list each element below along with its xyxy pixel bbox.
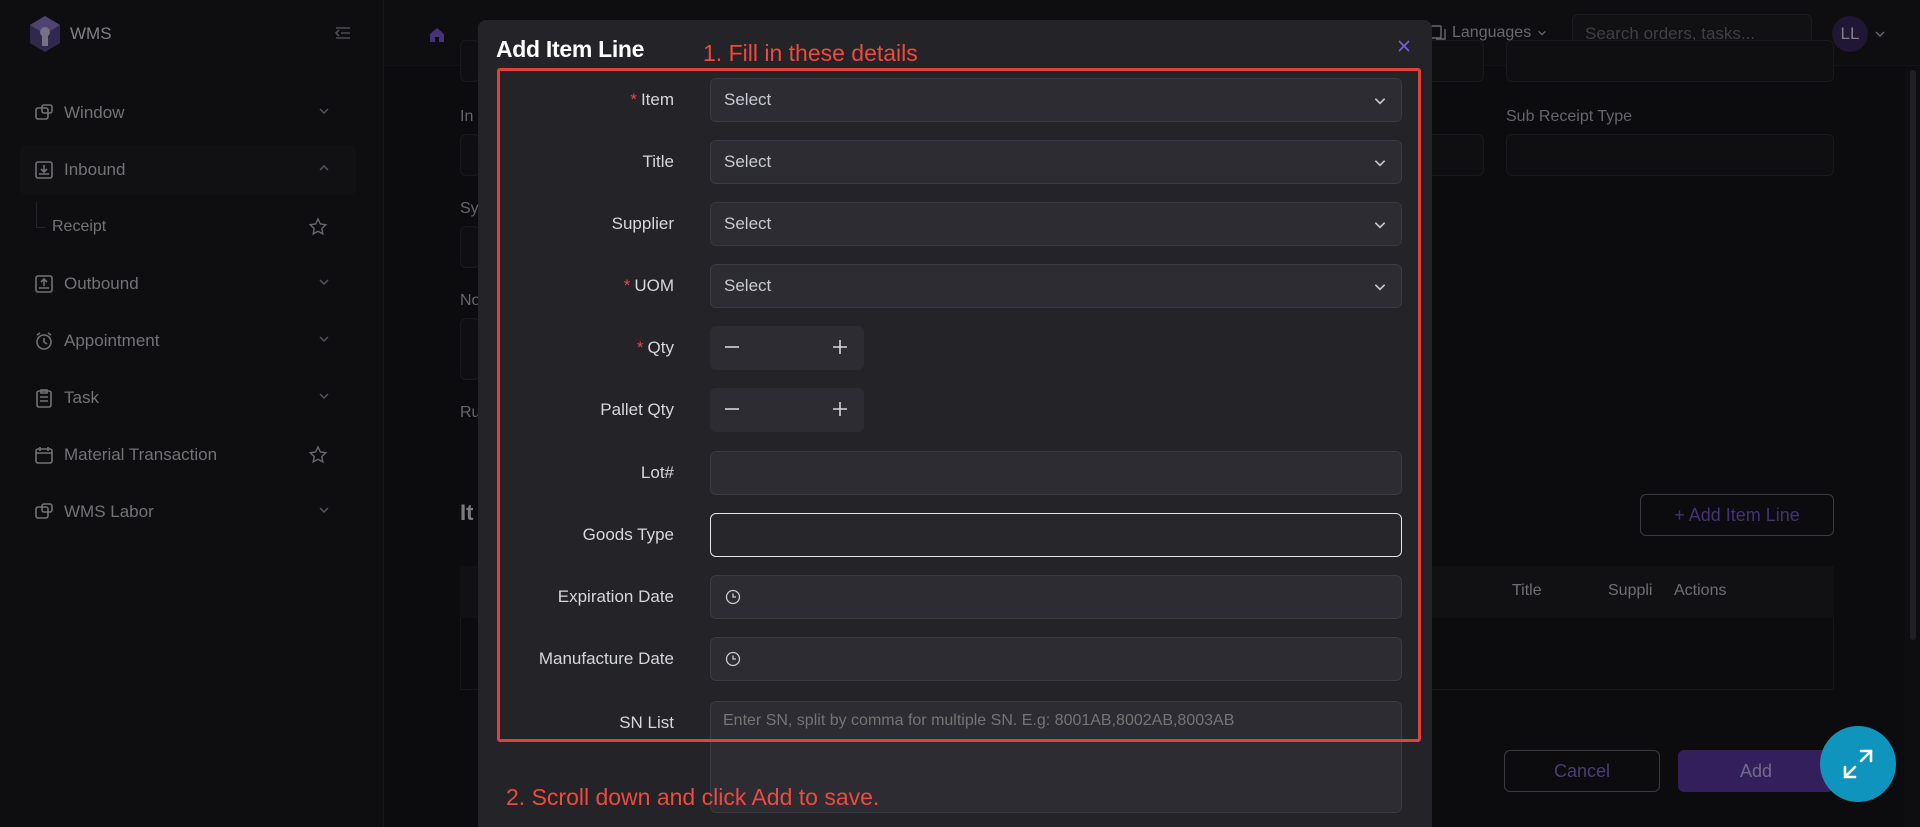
item-label: * Item (630, 90, 674, 109)
uom-select-value: Select (724, 276, 772, 295)
manufacture-date-picker[interactable] (710, 637, 1402, 681)
form-row-lot: Lot# (478, 451, 1432, 495)
supplier-select-value: Select (724, 214, 772, 233)
chevron-down-icon (1374, 160, 1386, 167)
chevron-down-icon (1374, 98, 1386, 105)
add-item-line-dialog: Add Item Line * Item Select Title Select … (478, 20, 1432, 827)
form-row-expiration-date: Expiration Date (478, 575, 1432, 619)
supplier-label: Supplier (611, 214, 674, 233)
close-icon[interactable] (1396, 38, 1412, 54)
goods-type-input[interactable] (710, 513, 1402, 557)
sn-list-label: SN List (619, 713, 674, 732)
pallet-qty-stepper[interactable] (710, 388, 864, 432)
form-row-item: * Item Select (478, 78, 1432, 122)
form-row-supplier: Supplier Select (478, 202, 1432, 246)
qty-label: * Qty (636, 338, 674, 357)
dialog-title: Add Item Line (496, 36, 645, 62)
clock-icon (725, 589, 741, 605)
expand-button[interactable] (1820, 726, 1896, 802)
expiration-date-picker[interactable] (710, 575, 1402, 619)
title-select[interactable]: Select (710, 140, 1402, 184)
form-row-pallet-qty: Pallet Qty (478, 388, 1432, 432)
uom-select[interactable]: Select (710, 264, 1402, 308)
manufacture-date-label: Manufacture Date (538, 649, 674, 668)
chevron-down-icon (1374, 284, 1386, 291)
uom-label: * UOM (623, 276, 674, 295)
expand-icon (1843, 749, 1873, 779)
chevron-down-icon (1374, 222, 1386, 229)
form-row-manufacture-date: Manufacture Date (478, 637, 1432, 681)
lot-label: Lot# (640, 463, 674, 482)
supplier-select[interactable]: Select (710, 202, 1402, 246)
clock-icon (725, 651, 741, 667)
form-row-uom: * UOM Select (478, 264, 1432, 308)
qty-stepper[interactable] (710, 326, 864, 370)
minus-icon[interactable] (722, 337, 742, 357)
plus-icon[interactable] (830, 337, 850, 357)
annotation-step-2: 2. Scroll down and click Add to save. (506, 784, 880, 810)
expiration-date-label: Expiration Date (557, 587, 674, 606)
required-mark: * (623, 276, 631, 295)
pallet-qty-label: Pallet Qty (600, 400, 674, 419)
form-row-goods-type: Goods Type (478, 513, 1432, 557)
minus-icon[interactable] (722, 399, 742, 419)
annotation-step-1: 1. Fill in these details (703, 40, 918, 66)
plus-icon[interactable] (830, 399, 850, 419)
item-select-value: Select (724, 90, 772, 109)
form-row-title: Title Select (478, 140, 1432, 184)
lot-input[interactable] (710, 451, 1402, 495)
required-mark: * (636, 338, 644, 357)
item-select[interactable]: Select (710, 78, 1402, 122)
title-select-value: Select (724, 152, 772, 171)
goods-type-label: Goods Type (582, 525, 674, 544)
title-label: Title (642, 152, 675, 171)
form-row-qty: * Qty (478, 326, 1432, 370)
required-mark: * (630, 90, 637, 109)
